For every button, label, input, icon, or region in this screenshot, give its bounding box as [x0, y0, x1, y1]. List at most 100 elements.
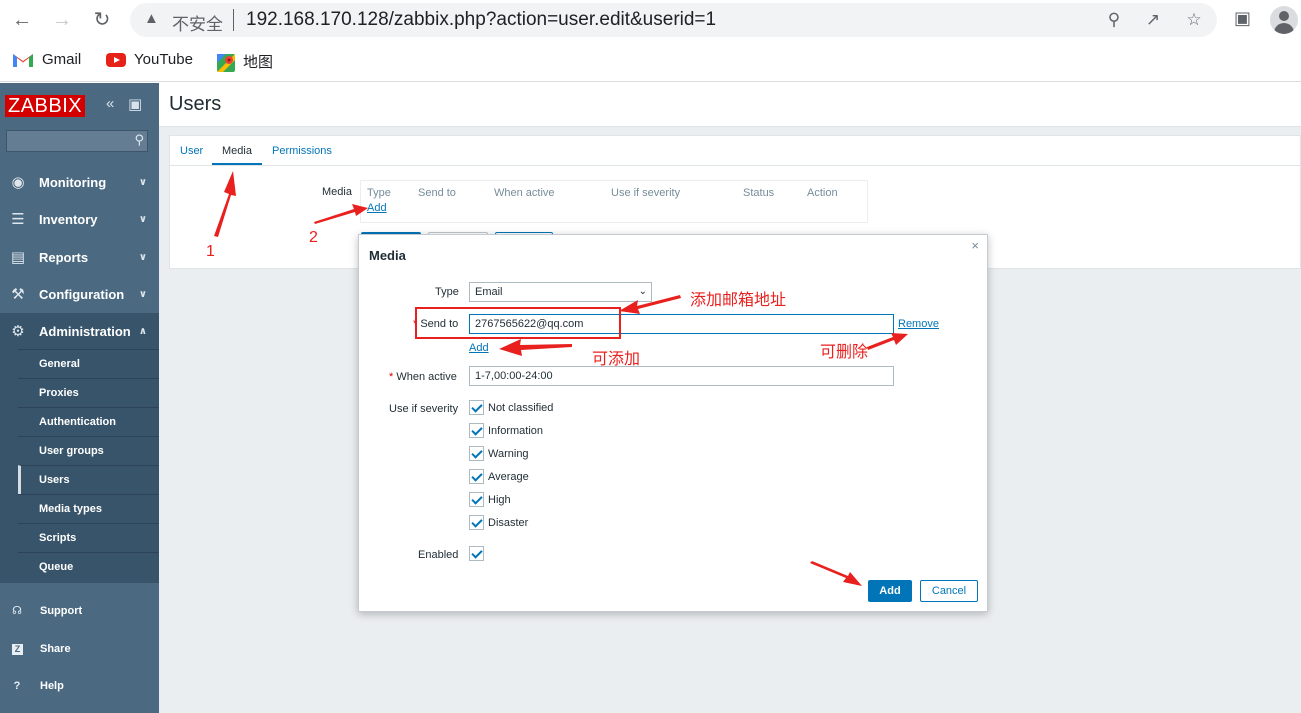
insecure-label[interactable]: 不安全 [172, 10, 223, 35]
submenu-users[interactable]: Users [18, 465, 159, 494]
severity-warning[interactable]: Warning [469, 446, 529, 462]
type-label: Type [435, 286, 459, 298]
chevron-down-icon: ∨ [138, 214, 147, 225]
bookmark-youtube[interactable]: YouTube [106, 51, 193, 68]
menu-configuration[interactable]: ⚒ Configuration ∨ [0, 276, 159, 313]
warning-icon[interactable]: ▲ [144, 10, 159, 27]
submenu-queue[interactable]: Queue [18, 552, 159, 581]
submenu-general[interactable]: General [18, 349, 159, 378]
media-label: Media [322, 186, 352, 198]
severity-not-classified[interactable]: Not classified [469, 400, 553, 416]
dialog-cancel-button[interactable]: Cancel [920, 580, 978, 602]
menu-label: Inventory [39, 212, 98, 227]
add-send-to-link[interactable]: Add [469, 342, 489, 354]
kiosk-mode-icon[interactable]: ▣ [128, 95, 142, 113]
when-active-input[interactable]: 1-7,00:00-24:00 [469, 366, 894, 386]
reload-icon[interactable]: ↻ [88, 6, 116, 34]
bookmark-gmail[interactable]: Gmail [12, 51, 81, 68]
column-action: Action [807, 187, 838, 199]
list-icon: ☰ [11, 211, 25, 228]
column-use-if-severity: Use if severity [611, 187, 681, 199]
collapse-sidebar-icon[interactable]: « [106, 95, 114, 112]
question-icon: ? [13, 680, 21, 692]
bookmark-label: 地图 [243, 53, 274, 71]
menu-share[interactable]: Z Share [0, 631, 159, 668]
severity-high[interactable]: High [469, 492, 511, 508]
annotation-step-1: 1 [206, 243, 215, 260]
tab-media[interactable]: Media [222, 145, 252, 157]
bookmark-maps[interactable]: 地图 [217, 51, 274, 73]
sidebar-search-input[interactable]: ⚲ [6, 130, 148, 152]
close-icon[interactable]: × [971, 238, 979, 253]
severity-text: Disaster [488, 517, 529, 529]
severity-text: Average [488, 471, 529, 483]
menu-label: Share [40, 643, 71, 655]
menu-label: Monitoring [39, 175, 107, 190]
forward-arrow-icon[interactable]: → [48, 6, 76, 34]
bar-chart-icon: ▤ [10, 249, 26, 266]
dialog-title: Media [369, 248, 406, 263]
severity-disaster[interactable]: Disaster [469, 515, 528, 531]
menu-support[interactable]: ☊ Support [0, 593, 159, 630]
menu-inventory[interactable]: ☰ Inventory ∨ [0, 201, 159, 238]
sidebar: ZABBIX « ▣ ⚲ ◉ Monitoring ∨ ☰ Inventory … [0, 83, 159, 713]
back-arrow-icon[interactable]: ← [8, 6, 36, 34]
share-icon[interactable]: ↗ [1141, 8, 1165, 32]
menu-label: Administration [39, 324, 131, 339]
administration-submenu: General Proxies Authentication User grou… [0, 349, 159, 583]
submenu-proxies[interactable]: Proxies [18, 378, 159, 407]
severity-text: Information [488, 425, 544, 437]
checkbox-checked[interactable] [469, 492, 484, 507]
share-z-icon: Z [12, 644, 23, 655]
address-bar[interactable]: ▲ 不安全 192.168.170.128/zabbix.php?action=… [130, 3, 1217, 37]
annotation-add-email: 添加邮箱地址 [690, 290, 787, 309]
media-add-link[interactable]: Add [367, 202, 387, 214]
severity-average[interactable]: Average [469, 469, 529, 485]
send-to-highlight-box [415, 307, 621, 339]
when-active-label: * When active [389, 371, 457, 383]
enabled-checkbox-row[interactable] [469, 546, 488, 562]
checkbox-checked[interactable] [469, 469, 484, 484]
submenu-authentication[interactable]: Authentication [18, 407, 159, 436]
annotation-step-2: 2 [309, 229, 318, 246]
wrench-icon: ⚒ [11, 286, 25, 303]
search-icon[interactable]: ⚲ [134, 132, 144, 148]
submenu-scripts[interactable]: Scripts [18, 523, 159, 552]
zoom-icon[interactable]: ⚲ [1102, 8, 1126, 32]
checkbox-checked[interactable] [469, 446, 484, 461]
url-text[interactable]: 192.168.170.128/zabbix.php?action=user.e… [246, 9, 716, 31]
tab-permissions[interactable]: Permissions [272, 145, 332, 157]
checkbox-checked[interactable] [469, 423, 484, 438]
menu-monitoring[interactable]: ◉ Monitoring ∨ [0, 164, 159, 201]
checkbox-checked[interactable] [469, 400, 484, 415]
profile-avatar-icon[interactable] [1270, 6, 1298, 34]
dialog-add-button[interactable]: Add [868, 580, 912, 602]
checkbox-checked[interactable] [469, 515, 484, 530]
address-divider [233, 9, 234, 31]
page-title: Users [169, 93, 222, 115]
chevron-down-icon: ∨ [138, 289, 147, 300]
eye-icon: ◉ [11, 174, 25, 191]
severity-text: High [488, 494, 511, 506]
media-table: Type Send to When active Use if severity… [360, 180, 868, 223]
menu-reports[interactable]: ▤ Reports ∨ [0, 239, 159, 276]
side-panel-icon[interactable]: ▣ [1234, 8, 1251, 29]
tab-user[interactable]: User [180, 145, 203, 157]
severity-information[interactable]: Information [469, 423, 543, 439]
menu-administration[interactable]: ⚙ Administration ∧ [0, 313, 159, 350]
gmail-icon [12, 52, 34, 68]
bookmark-star-icon[interactable]: ☆ [1182, 8, 1206, 32]
headset-icon: ☊ [12, 605, 22, 617]
bookmark-label: Gmail [42, 51, 82, 68]
chevron-up-icon: ∧ [138, 326, 147, 337]
when-active-label-text: When active [396, 371, 457, 383]
bookmarks-bar: Gmail YouTube 地图 [0, 40, 1301, 82]
type-select[interactable]: Email ⌄ [469, 282, 652, 302]
remove-link[interactable]: Remove [898, 318, 939, 330]
menu-help[interactable]: ? Help [0, 668, 159, 705]
enabled-checkbox[interactable] [469, 546, 484, 561]
zabbix-logo[interactable]: ZABBIX [5, 95, 86, 117]
submenu-media-types[interactable]: Media types [18, 494, 159, 523]
menu-label: Support [40, 605, 83, 617]
submenu-user-groups[interactable]: User groups [18, 436, 159, 465]
